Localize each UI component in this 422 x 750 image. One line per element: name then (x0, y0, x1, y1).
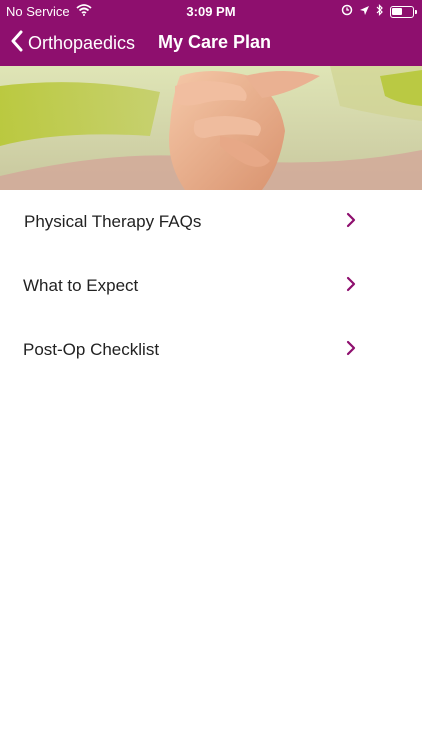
header-bar: No Service 3:09 PM Orthopaedics My Care … (0, 0, 422, 66)
page-title: My Care Plan (158, 32, 272, 52)
chevron-right-icon (346, 276, 356, 297)
chevron-right-icon (346, 340, 356, 361)
hero-image (0, 66, 422, 190)
menu-item-label: Physical Therapy FAQs (24, 212, 202, 231)
status-right (341, 4, 417, 19)
back-button-label: Orthopaedics (28, 33, 136, 53)
menu-item-physical-therapy-faqs[interactable]: Physical Therapy FAQs (0, 190, 422, 254)
location-icon (359, 4, 370, 19)
menu-item-label: What to Expect (23, 276, 139, 295)
battery-icon (390, 5, 417, 18)
navigation-bar: Orthopaedics My Care Plan (0, 22, 422, 66)
menu-item-post-op-checklist[interactable]: Post-Op Checklist (0, 318, 422, 382)
alarm-icon (341, 4, 353, 19)
menu-item-label: Post-Op Checklist (23, 340, 160, 359)
menu-item-what-to-expect[interactable]: What to Expect (0, 254, 422, 318)
chevron-right-icon (346, 212, 356, 233)
back-button[interactable]: Orthopaedics (10, 30, 135, 57)
bluetooth-icon (376, 4, 384, 19)
status-bar: No Service 3:09 PM (0, 0, 422, 22)
care-plan-menu: Physical Therapy FAQs What to Expect Pos… (0, 190, 422, 382)
knee-photo (0, 66, 422, 190)
chevron-left-icon (10, 30, 24, 57)
